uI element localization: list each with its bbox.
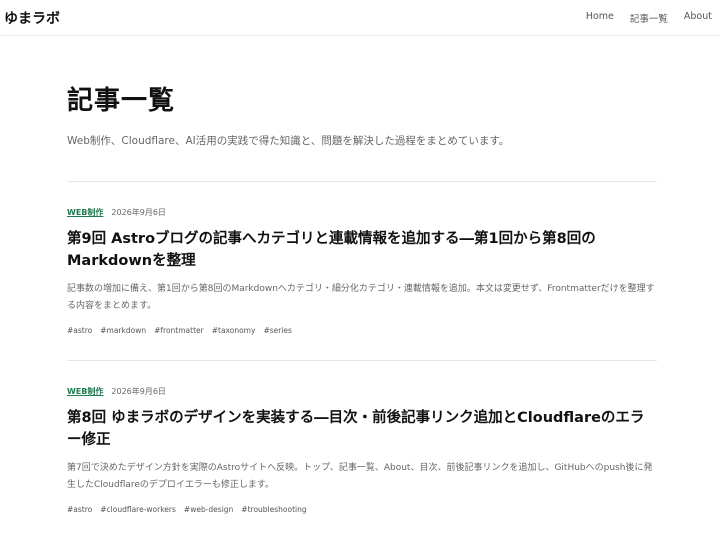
article-date: 2026年9月6日 (111, 387, 166, 396)
tag-link[interactable]: #cloudflare-workers (100, 505, 176, 514)
page-title: 記事一覧 (67, 86, 176, 116)
tag-link[interactable]: #web-design (184, 505, 233, 514)
tag-link[interactable]: #taxonomy (212, 326, 256, 335)
article-title-link[interactable]: 第9回 Astroブログの記事へカテゴリと連載情報を追加する―第1回から第8回の… (67, 228, 657, 272)
tag-link[interactable]: #troubleshooting (241, 505, 306, 514)
article-tags: #astro #cloudflare-workers #web-design #… (67, 505, 657, 514)
tag-link[interactable]: #series (263, 326, 292, 335)
article-card: WEB制作 2026年9月6日 第9回 Astroブログの記事へカテゴリと連載情… (67, 182, 657, 360)
site-header: ゆまラボ Home 記事一覧 About (0, 0, 720, 36)
nav-home[interactable]: Home (586, 11, 614, 25)
article-meta: WEB制作 2026年9月6日 (67, 386, 657, 397)
tag-link[interactable]: #astro (67, 326, 92, 335)
main-content: 記事一覧 Web制作、Cloudflare、AI活用の実践で得た知識と、問題を解… (67, 36, 657, 539)
article-category[interactable]: WEB制作 (67, 207, 103, 218)
site-logo[interactable]: ゆまラボ (4, 8, 60, 28)
tag-link[interactable]: #markdown (100, 326, 146, 335)
article-title-link[interactable]: 第8回 ゆまラボのデザインを実装する―目次・前後記事リンク追加とCloudfla… (67, 407, 657, 451)
article-excerpt: 記事数の増加に備え、第1回から第8回のMarkdownへカテゴリ・細分化カテゴリ… (67, 284, 655, 311)
article-card: WEB制作 2026年9月6日 第8回 ゆまラボのデザインを実装する―目次・前後… (67, 361, 657, 539)
article-category[interactable]: WEB制作 (67, 386, 103, 397)
article-meta: WEB制作 2026年9月6日 (67, 207, 657, 218)
nav-about[interactable]: About (684, 11, 712, 25)
page-description: Web制作、Cloudflare、AI活用の実践で得た知識と、問題を解決した過程… (67, 135, 510, 147)
article-excerpt: 第7回で決めたデザイン方針を実際のAstroサイトへ反映。トップ、記事一覧、Ab… (67, 463, 653, 490)
article-tags: #astro #markdown #frontmatter #taxonomy … (67, 326, 657, 335)
tag-link[interactable]: #astro (67, 505, 92, 514)
article-date: 2026年9月6日 (111, 208, 166, 217)
nav-articles[interactable]: 記事一覧 (630, 11, 668, 25)
tag-link[interactable]: #frontmatter (154, 326, 204, 335)
main-nav: Home 記事一覧 About (586, 11, 712, 25)
